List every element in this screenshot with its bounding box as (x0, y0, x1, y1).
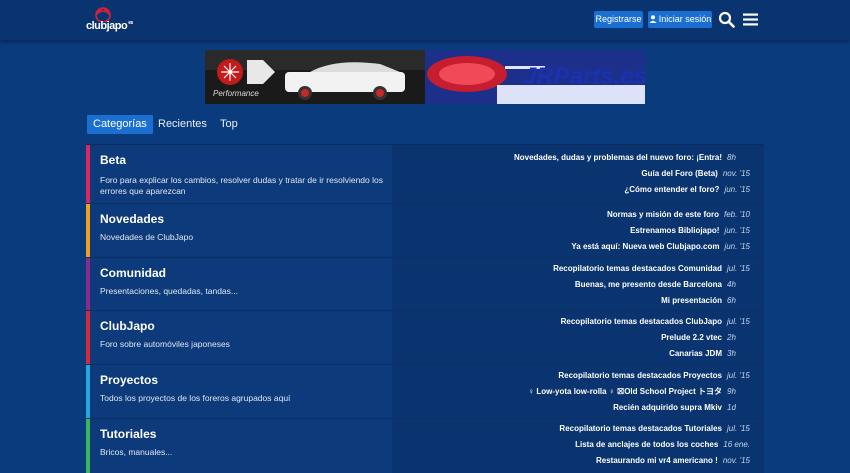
tab-categorias[interactable]: Categorías (87, 115, 153, 134)
topic-title: Recopilatorio temas destacados Proyectos (558, 371, 722, 380)
advertisement-banner[interactable]: Performance JRParts.es (205, 50, 645, 104)
topic-row[interactable]: Recopilatorio temas destacados Comunidad… (553, 264, 750, 274)
topic-row[interactable]: ¿Cómo entender el foro? jun. '15 (624, 185, 750, 195)
category-name[interactable]: Beta (100, 153, 126, 167)
topic-title: Buenas, me presento desde Barcelona (574, 280, 722, 289)
category-proyectos[interactable]: Proyectos Todos los proyectos de los for… (86, 365, 764, 419)
topic-date: jul. '15 (727, 264, 750, 273)
category-description: Foro para explicar los cambios, resolver… (100, 175, 383, 196)
category-description: Bricos, manuales... (100, 447, 173, 457)
site-header: clubjapoes Registrarse Iniciar sesión (0, 0, 850, 40)
topic-title: Recopilatorio temas destacados ClubJapo (560, 317, 722, 326)
register-button[interactable]: Registrarse (594, 11, 643, 28)
topic-row[interactable]: Estrenamos Bibliojapo! jun. '15 (630, 226, 750, 236)
topic-title: Recién adquirido supra Mkiv (613, 403, 722, 412)
topic-date: jul. '15 (727, 371, 750, 380)
topic-date: jun. '15 (724, 226, 750, 235)
category-latest-topics: Recopilatorio temas destacados Tutoriale… (392, 419, 764, 473)
category-beta[interactable]: Beta Foro para explicar los cambios, res… (86, 145, 764, 204)
topic-title: Recopilatorio temas destacados Comunidad (553, 264, 722, 273)
topic-title: Lista de anclajes de todos los coches (575, 440, 719, 449)
topic-date: 16 ene. (723, 440, 750, 449)
topic-date: jul. '15 (727, 317, 750, 326)
topic-title: Guía del Foro (Beta) (641, 169, 718, 178)
topic-row[interactable]: Restaurando mi vr4 americano ! nov. '15 (596, 456, 750, 466)
category-novedades[interactable]: Novedades Novedades de ClubJapo Normas y… (86, 204, 764, 258)
topic-title: Novedades, dudas y problemas del nuevo f… (513, 153, 722, 162)
tab-top[interactable]: Top (220, 115, 238, 134)
login-button[interactable]: Iniciar sesión (648, 11, 712, 28)
banner-right-text: JRParts.es (523, 63, 645, 90)
category-latest-topics: Recopilatorio temas destacados Comunidad… (392, 258, 764, 310)
user-icon (649, 15, 657, 23)
topic-title: Normas y misión de este foro (606, 210, 719, 219)
logo-text: clubjapoes (86, 20, 133, 32)
category-info: Comunidad Presentaciones, quedadas, tand… (90, 258, 392, 310)
topic-title: Ya está aquí: Nueva web Clubjapo.com (571, 242, 720, 251)
category-name[interactable]: Tutoriales (100, 427, 156, 441)
topic-row[interactable]: Normas y misión de este foro feb. '10 (607, 210, 750, 220)
category-info: Beta Foro para explicar los cambios, res… (90, 145, 392, 203)
category-latest-topics: Recopilatorio temas destacados Proyectos… (392, 365, 764, 418)
topic-date: 2h (727, 333, 736, 342)
topic-row[interactable]: Guía del Foro (Beta) nov. '15 (641, 169, 750, 179)
category-name[interactable]: ClubJapo (100, 319, 155, 333)
topic-title: Restaurando mi vr4 americano ! (595, 456, 718, 465)
topic-date: jun. '15 (724, 185, 750, 194)
category-info: Novedades Novedades de ClubJapo (90, 204, 392, 257)
topic-title: Mi presentación (661, 296, 722, 305)
topic-row[interactable]: ♀ Low-yota low-rolla ♀ ☒Old School Proje… (528, 387, 750, 397)
topic-title: ¿Cómo entender el foro? (624, 185, 720, 194)
category-latest-topics: Novedades, dudas y problemas del nuevo f… (392, 145, 764, 203)
topic-title: Estrenamos Bibliojapo! (630, 226, 720, 235)
topic-row[interactable]: Recopilatorio temas destacados Proyectos… (558, 371, 750, 381)
hamburger-menu-icon[interactable] (742, 11, 759, 28)
topic-date: 6h (727, 296, 736, 305)
topic-row[interactable]: Buenas, me presento desde Barcelona 4h (575, 280, 750, 290)
category-name[interactable]: Proyectos (100, 373, 158, 387)
topic-row[interactable]: Recién adquirido supra Mkiv 1d (613, 403, 750, 413)
topic-row[interactable]: Novedades, dudas y problemas del nuevo f… (514, 153, 750, 163)
topic-date: feb. '10 (724, 210, 750, 219)
topic-row[interactable]: Mi presentación 6h (661, 296, 750, 306)
topic-date: 3h (727, 349, 736, 358)
category-name[interactable]: Novedades (100, 212, 164, 226)
topic-row[interactable]: Ya está aquí: Nueva web Clubjapo.com jun.… (571, 242, 750, 252)
category-info: Tutoriales Bricos, manuales... (90, 419, 392, 473)
topic-date: nov. '15 (722, 169, 750, 178)
topic-title: ♀ Low-yota low-rolla ♀ ☒Old School Proje… (528, 387, 722, 396)
topic-row[interactable]: Prelude 2.2 vtec 2h (661, 333, 750, 343)
search-icon[interactable] (718, 11, 735, 28)
topic-date: 4h (727, 280, 736, 289)
category-name[interactable]: Comunidad (100, 266, 166, 280)
topic-date: jul. '15 (727, 424, 750, 433)
banner-left-text: Performance (213, 89, 259, 98)
category-description: Novedades de ClubJapo (100, 232, 194, 242)
topic-date: nov. '15 (722, 456, 750, 465)
topic-date: 9h (727, 387, 736, 396)
topic-date: jun. '15 (724, 242, 750, 251)
site-logo[interactable]: clubjapoes (86, 6, 133, 34)
category-clubjapo[interactable]: ClubJapo Foro sobre automóviles japonese… (86, 311, 764, 365)
topic-date: 1d (727, 403, 736, 412)
category-latest-topics: Recopilatorio temas destacados ClubJapo j… (392, 311, 764, 364)
category-comunidad[interactable]: Comunidad Presentaciones, quedadas, tand… (86, 258, 764, 311)
topic-title: Canarias JDM (669, 349, 722, 358)
tab-recientes[interactable]: Recientes (158, 115, 207, 134)
login-button-label: Iniciar sesión (658, 14, 712, 24)
category-info: Proyectos Todos los proyectos de los for… (90, 365, 392, 418)
category-tutoriales[interactable]: Tutoriales Bricos, manuales... Recopilat… (86, 419, 764, 473)
topic-date: 8h (727, 153, 736, 162)
topic-title: Prelude 2.2 vtec (661, 333, 722, 342)
category-description: Presentaciones, quedadas, tandas... (100, 286, 238, 296)
topic-row[interactable]: Recopilatorio temas destacados Tutoriale… (559, 424, 750, 434)
category-description: Todos los proyectos de los foreros agrup… (100, 393, 291, 403)
category-latest-topics: Normas y misión de este foro feb. '10 Est… (392, 204, 764, 257)
topic-row[interactable]: Recopilatorio temas destacados ClubJapo j… (561, 317, 750, 327)
category-info: ClubJapo Foro sobre automóviles japonese… (90, 311, 392, 364)
category-description: Foro sobre automóviles japoneses (100, 339, 230, 349)
topic-title: Recopilatorio temas destacados Tutoriale… (559, 424, 722, 433)
topic-row[interactable]: Canarias JDM 3h (669, 349, 750, 359)
topic-row[interactable]: Lista de anclajes de todos los coches 16 … (575, 440, 750, 450)
